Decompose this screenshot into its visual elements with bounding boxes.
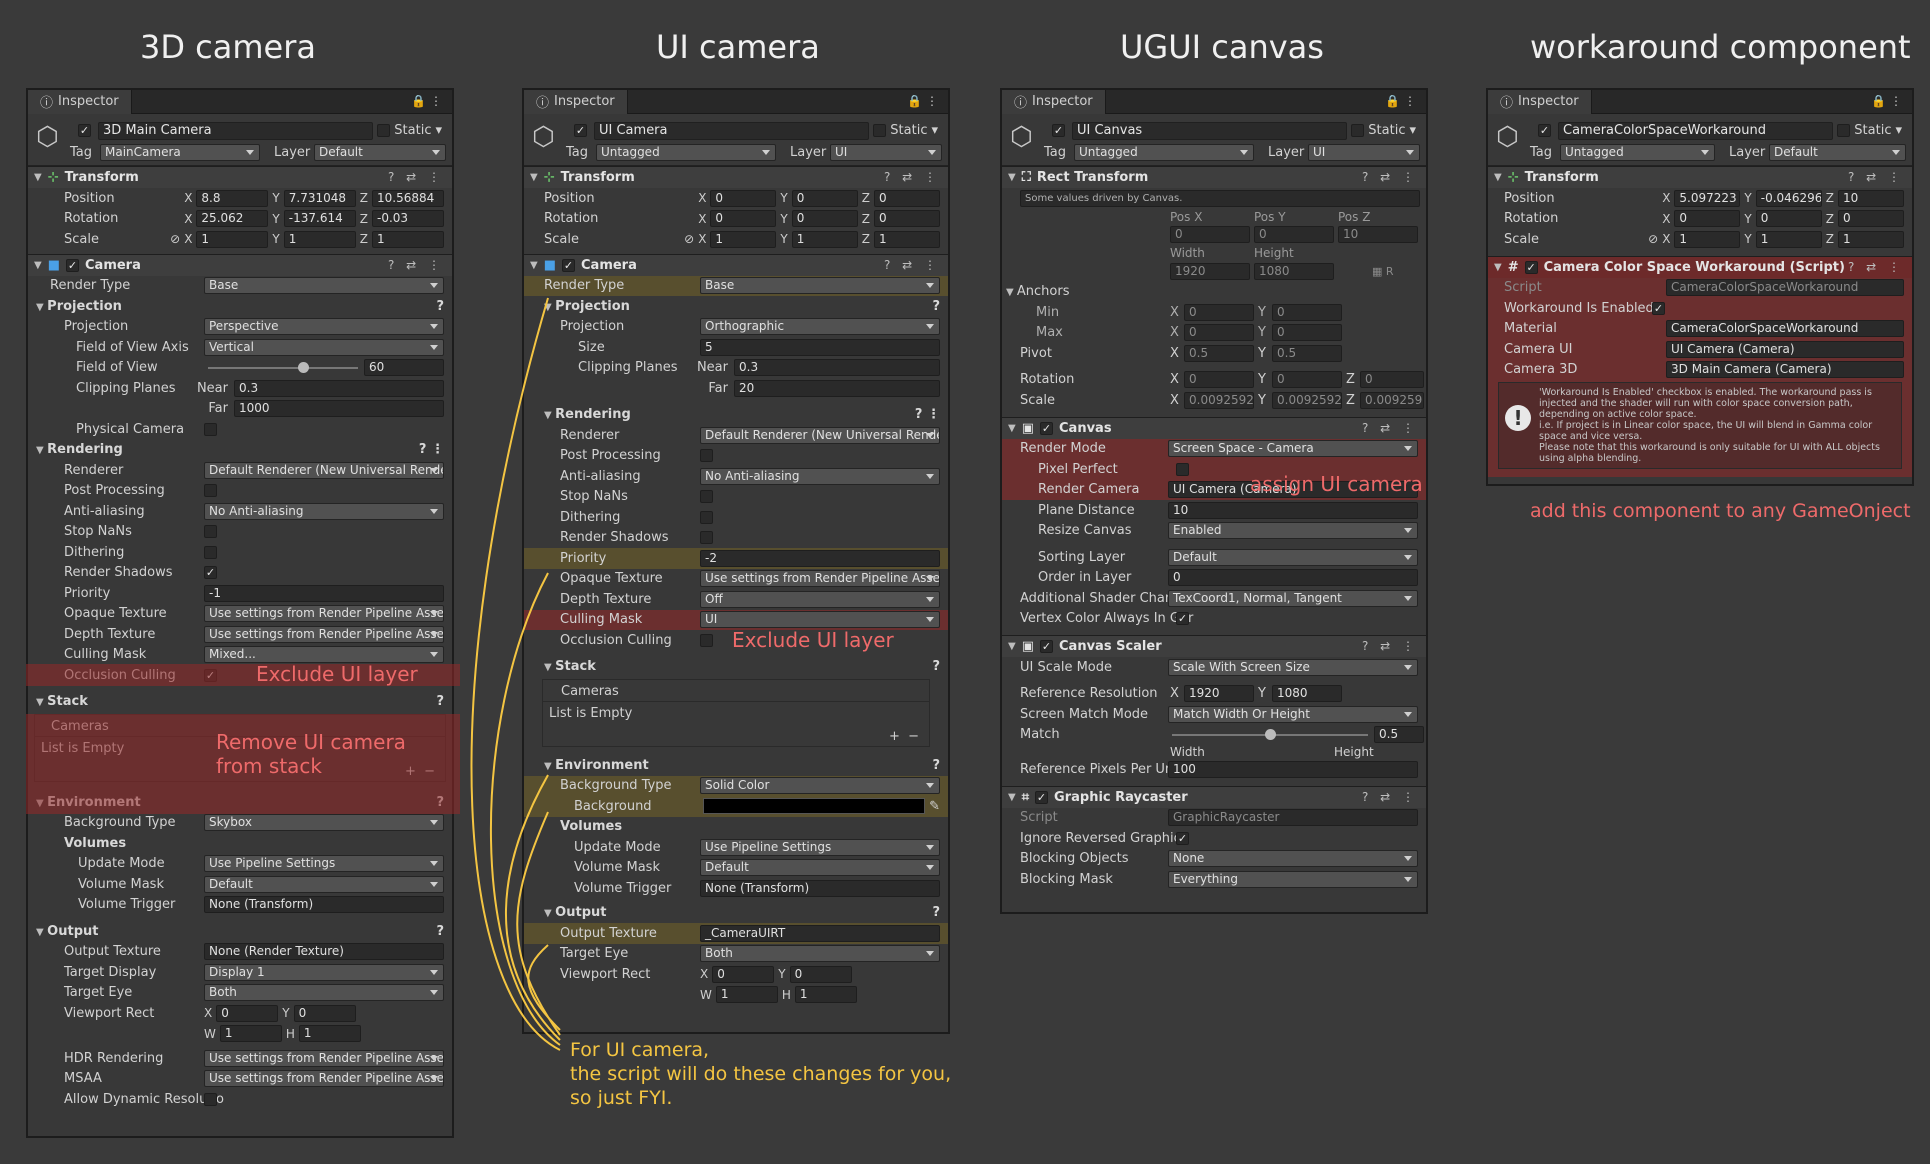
name-field[interactable]: CameraColorSpaceWorkaround <box>1558 122 1833 140</box>
note-ui-camera-1: For UI camera, <box>570 1039 710 1061</box>
graphic-raycaster-header[interactable]: ▼ ⌗ ✓ Graphic Raycaster? ⇄ ⋮ <box>1002 785 1426 808</box>
canvas-header[interactable]: ▼ ▣ ✓ Canvas? ⇄ ⋮ <box>1002 416 1426 439</box>
rect-transform-icon: ⛶ <box>1021 170 1031 185</box>
workaround-header[interactable]: ▼ # ✓ Camera Color Space Workaround (Script… <box>1488 255 1912 278</box>
rect-transform-header[interactable]: ▼ ⛶ Rect Transform? ⇄ ⋮ <box>1002 166 1426 188</box>
raycaster-icon: ⌗ <box>1021 789 1030 805</box>
gameobject-icon: ⬡ <box>1496 122 1519 152</box>
blueprint-raw-buttons[interactable]: ▦ R <box>1372 265 1394 278</box>
note-ui-camera-3: so just FYI. <box>570 1087 673 1109</box>
info-icon: ⓘ <box>1014 96 1028 111</box>
camera-ui-field[interactable]: UI Camera (Camera) <box>1666 340 1904 358</box>
render-mode-dropdown[interactable]: Screen Space - Camera <box>1168 440 1418 458</box>
lock-icon[interactable]: 🔒 ⋮ <box>1871 94 1902 108</box>
link-icon: ⊘ <box>1648 232 1659 247</box>
lock-icon[interactable]: 🔒 ⋮ <box>1385 94 1416 108</box>
name-field[interactable]: UI Canvas <box>1072 122 1347 140</box>
inspector-tab[interactable]: ⓘ Inspector 🔒 ⋮ <box>1488 90 1912 114</box>
inspector-ui-canvas: ⓘ Inspector 🔒 ⋮ ⬡ ✓ UI Canvas Static ▾ Tag U… <box>1000 88 1428 914</box>
script-icon: # <box>1507 259 1519 275</box>
inspector-tab[interactable]: ⓘ Inspector 🔒 ⋮ <box>1002 90 1426 114</box>
note-assign-ui-camera: assign UI camera <box>1250 472 1423 496</box>
match-slider-knob <box>1265 728 1276 740</box>
scaler-icon: ▣ <box>1021 639 1034 654</box>
canvas-icon: ▣ <box>1021 420 1034 436</box>
gameobject-icon: ⬡ <box>1010 122 1033 152</box>
note-add-component: add this component to any GameOnject <box>1530 500 1911 522</box>
info-icon: ⓘ <box>1500 96 1514 111</box>
pixel-perfect-checkbox[interactable] <box>1176 462 1189 476</box>
transform-icon: ⊹ <box>1507 170 1519 185</box>
workaround-enabled-checkbox[interactable]: ✓ <box>1652 301 1665 315</box>
warning-icon: ! <box>1505 405 1531 431</box>
note-ui-camera-2: the script will do these changes for you… <box>570 1063 952 1085</box>
camera-3d-field[interactable]: 3D Main Camera (Camera) <box>1666 361 1904 379</box>
info-box: ! 'Workaround Is Enabled' checkbox is en… <box>1498 382 1902 469</box>
match-slider[interactable] <box>1172 728 1368 740</box>
canvas-scaler-header[interactable]: ▼ ▣ ✓ Canvas Scaler? ⇄ ⋮ <box>1002 635 1426 657</box>
inspector-workaround: ⓘ Inspector 🔒 ⋮ ⬡ ✓ CameraColorSpaceWorkar… <box>1486 88 1914 486</box>
transform-header[interactable]: ▼ ⊹ Transform? ⇄ ⋮ <box>1488 166 1912 188</box>
